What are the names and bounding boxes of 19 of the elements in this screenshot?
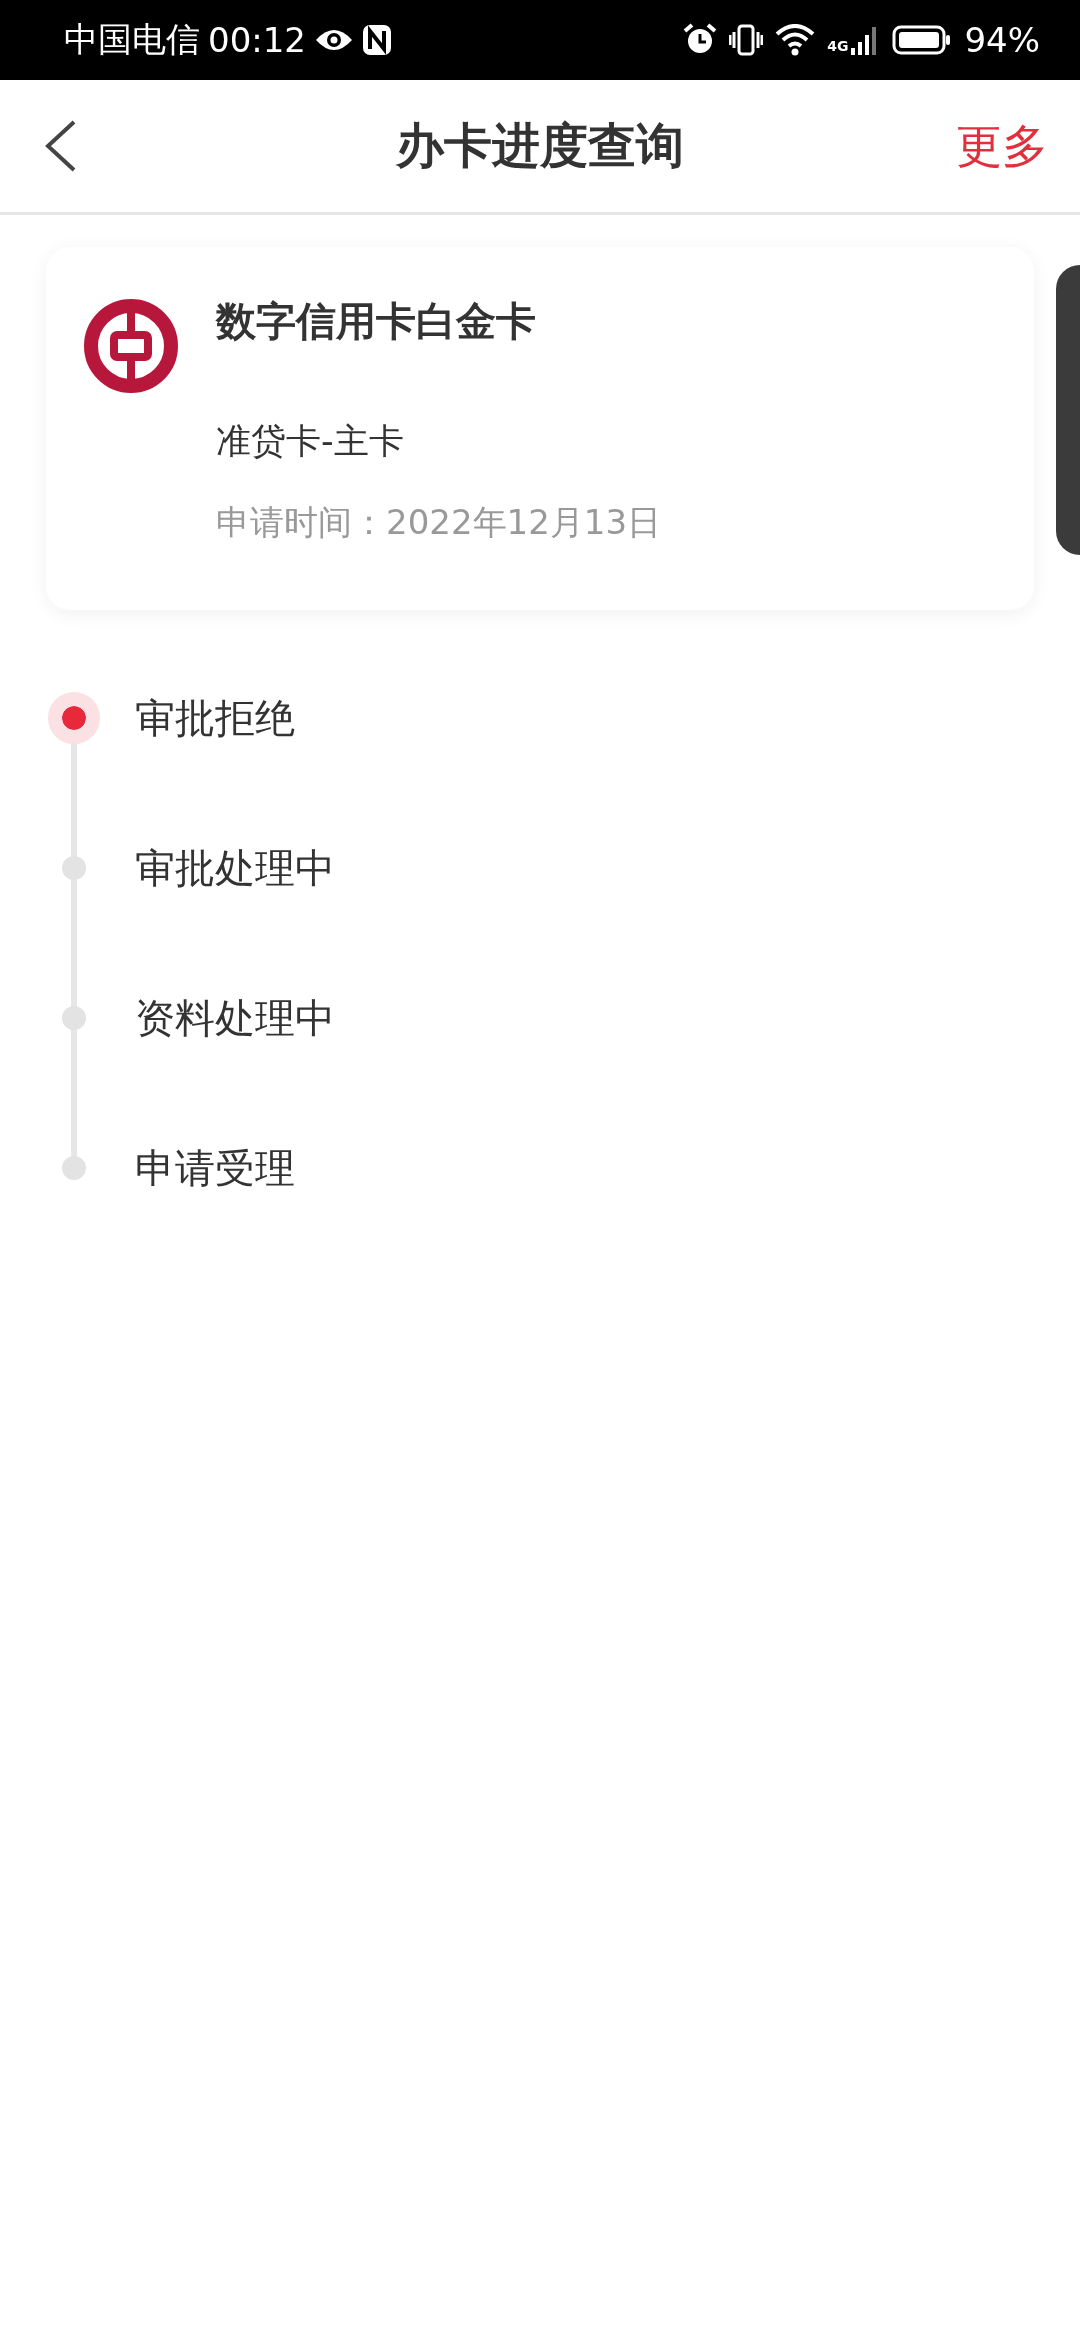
card-type: 准贷卡-主卡	[216, 420, 405, 463]
more-button[interactable]: 更多	[956, 116, 1048, 178]
status-label: 申请受理	[135, 1143, 295, 1193]
bank-logo-icon	[84, 299, 178, 393]
status-label: 审批处理中	[135, 843, 335, 893]
apply-date: 申请时间：2022年12月13日	[216, 501, 662, 544]
clock-time: 00:12	[208, 20, 306, 60]
nfc-icon	[362, 24, 392, 56]
card-name: 数字信用卡白金卡	[216, 297, 537, 346]
status-label: 审批拒绝	[135, 693, 295, 743]
page-title: 办卡进度查询	[396, 116, 684, 175]
status-label: 资料处理中	[135, 993, 335, 1043]
vibrate-icon	[729, 23, 764, 57]
wifi-icon	[775, 24, 816, 56]
battery-icon	[892, 25, 953, 55]
edge-handle[interactable]	[1056, 265, 1080, 555]
network-type: 4G	[827, 38, 849, 54]
battery-percent: 94%	[964, 20, 1040, 60]
carrier-name: 中国电信	[64, 18, 200, 61]
